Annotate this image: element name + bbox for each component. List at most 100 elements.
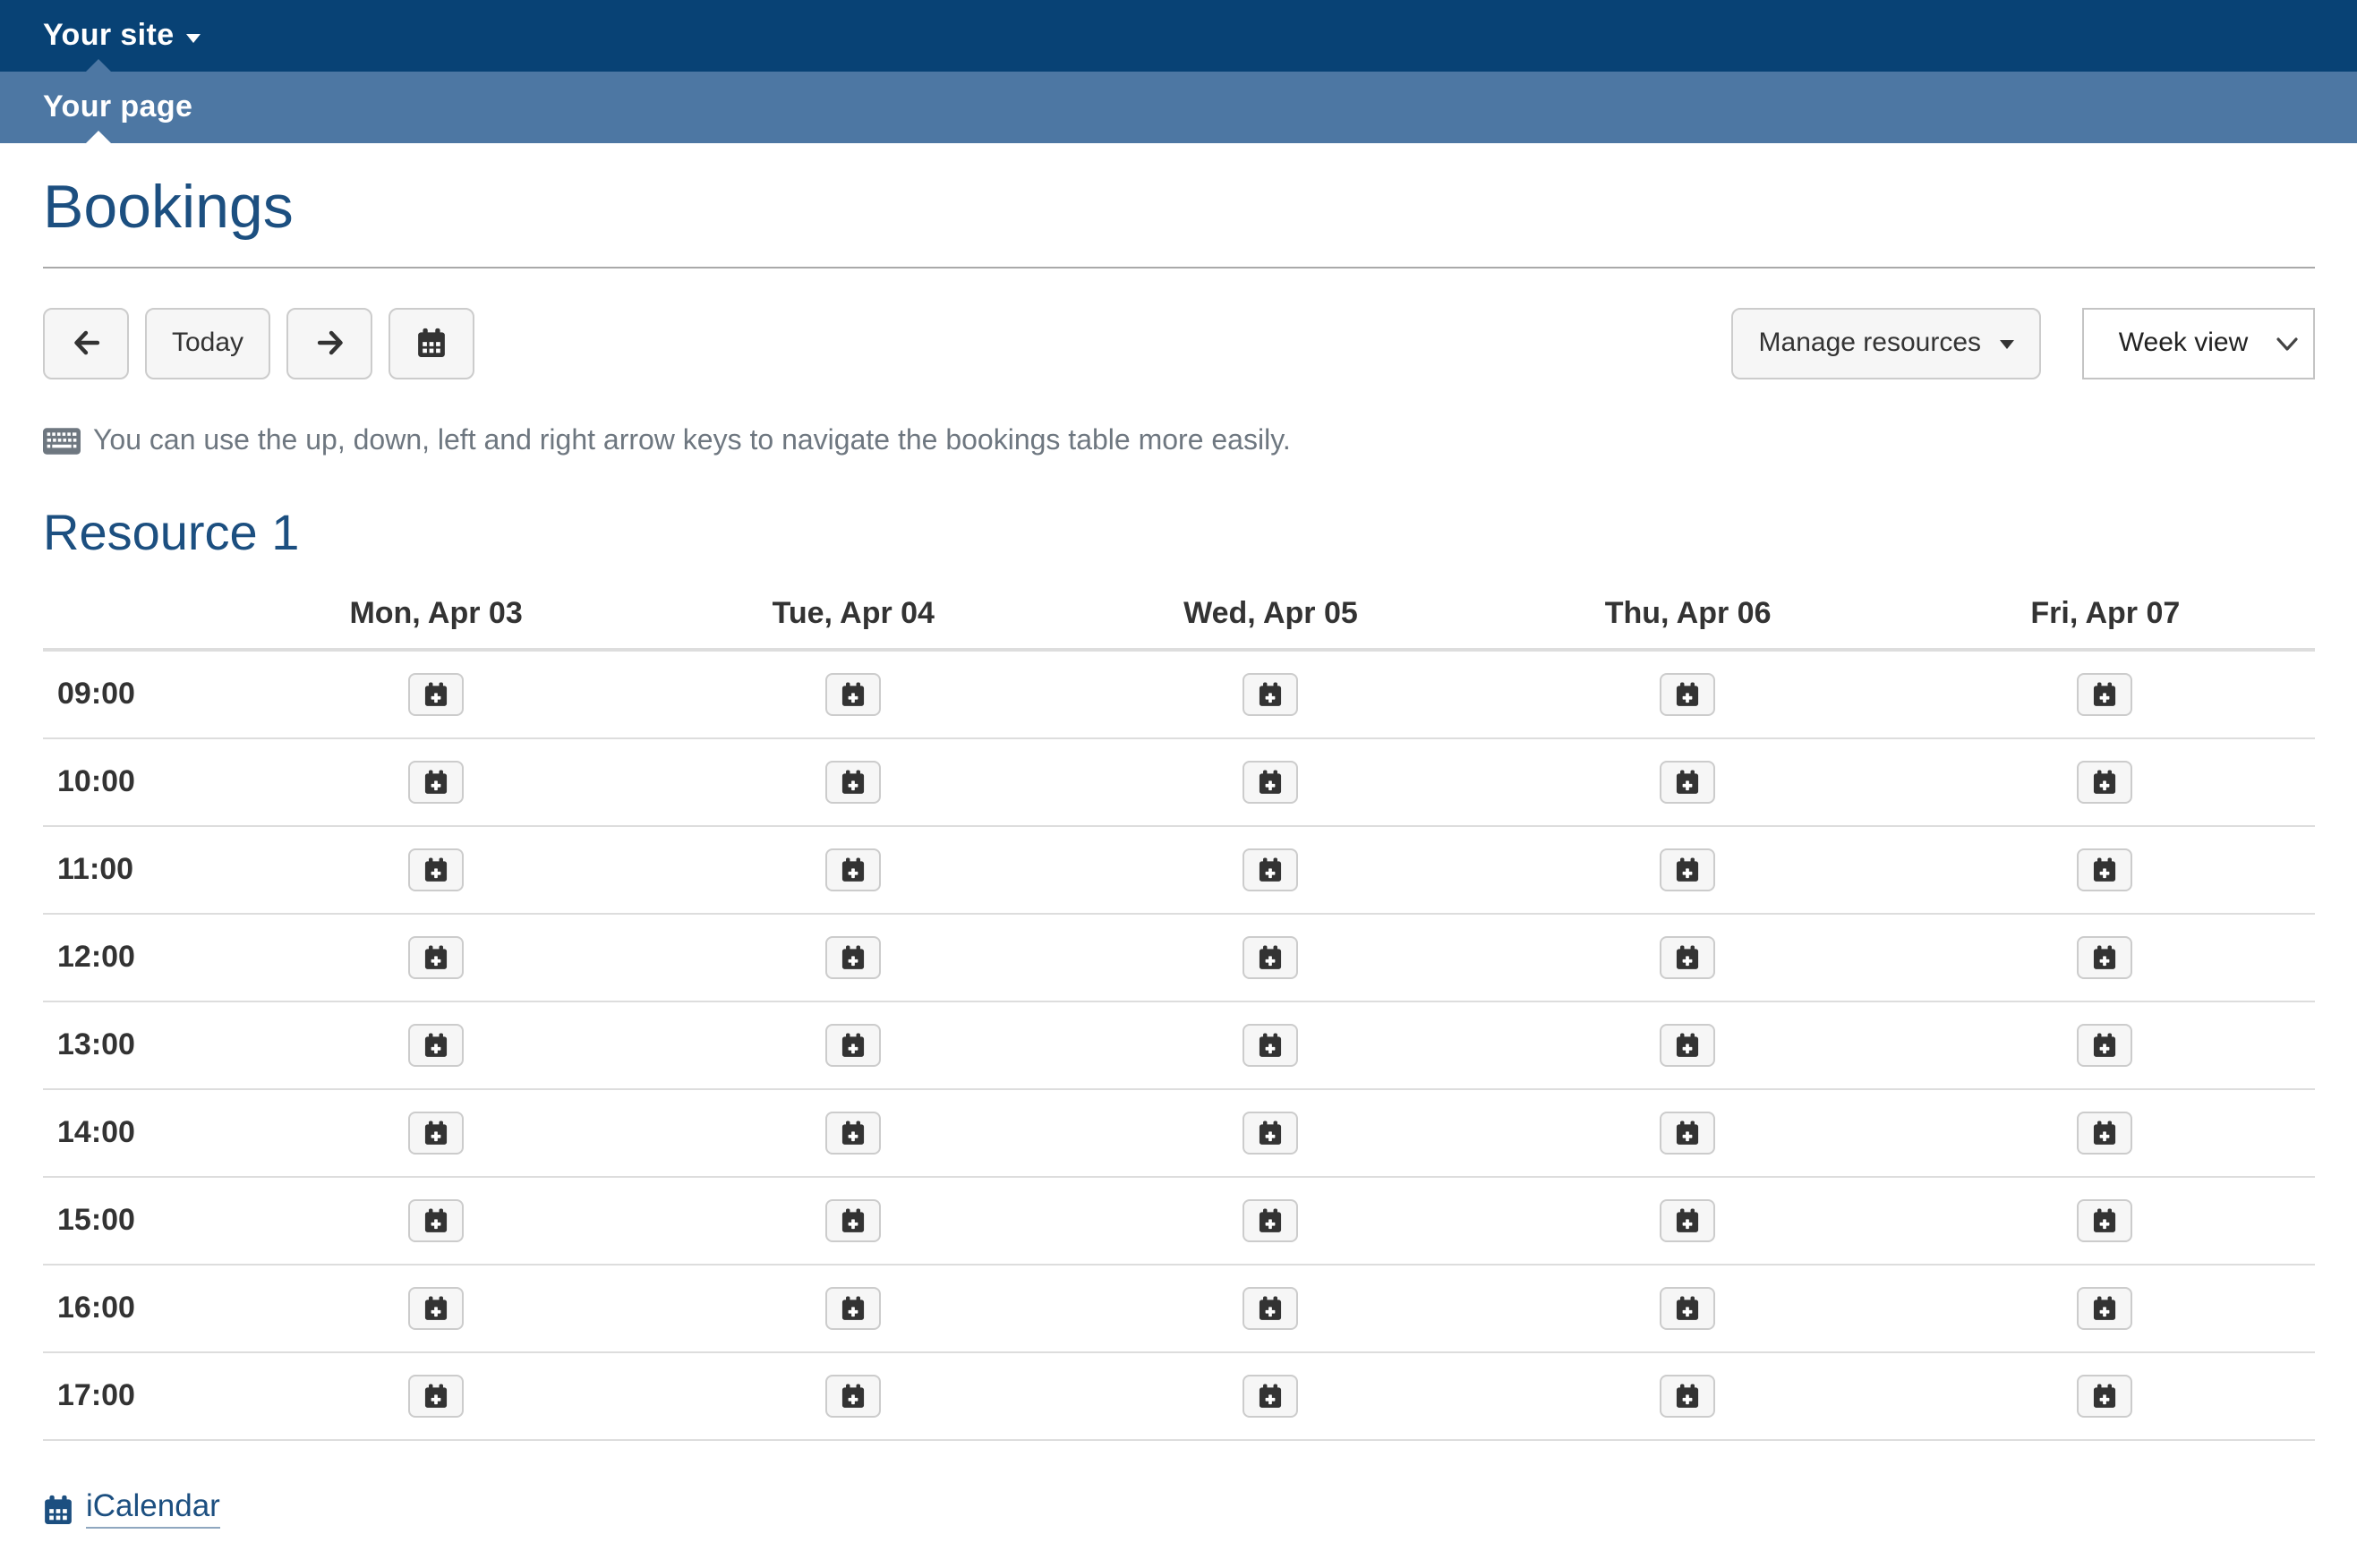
add-booking-button[interactable] xyxy=(1243,1112,1298,1155)
add-booking-button[interactable] xyxy=(825,849,881,892)
add-booking-button[interactable] xyxy=(1243,762,1298,805)
slot-cell xyxy=(1062,1002,1479,1090)
slot-cell xyxy=(227,651,645,739)
add-booking-button[interactable] xyxy=(2078,1200,2133,1243)
time-label: 16:00 xyxy=(43,1265,227,1353)
add-booking-button[interactable] xyxy=(825,1288,881,1331)
calendar-plus-icon xyxy=(424,1297,448,1322)
date-picker-button[interactable] xyxy=(389,308,474,379)
add-booking-button[interactable] xyxy=(1243,1288,1298,1331)
add-booking-button[interactable] xyxy=(408,762,464,805)
slot-cell xyxy=(1480,651,1897,739)
add-booking-button[interactable] xyxy=(1661,1200,1716,1243)
add-booking-button[interactable] xyxy=(1661,937,1716,980)
calendar-plus-icon xyxy=(1259,1209,1282,1234)
manage-resources-button[interactable]: Manage resources xyxy=(1732,308,2040,379)
page-title: Bookings xyxy=(43,172,2314,268)
time-slot-row: 10:00 xyxy=(43,739,2314,827)
add-booking-button[interactable] xyxy=(1243,1025,1298,1068)
add-booking-button[interactable] xyxy=(408,1112,464,1155)
calendar-plus-icon xyxy=(841,946,865,971)
icalendar-link[interactable]: iCalendar xyxy=(43,1488,220,1530)
add-booking-button[interactable] xyxy=(408,1288,464,1331)
calendar-plus-icon xyxy=(841,771,865,796)
time-label: 17:00 xyxy=(43,1353,227,1441)
slot-cell xyxy=(645,1090,1062,1178)
site-menu-label: Your site xyxy=(43,18,175,54)
add-booking-button[interactable] xyxy=(825,1112,881,1155)
previous-week-button[interactable] xyxy=(43,308,129,379)
day-header: Wed, Apr 05 xyxy=(1062,581,1479,651)
page-nav-bar: Your page xyxy=(0,72,2357,143)
keyboard-hint: You can use the up, down, left and right… xyxy=(43,422,2314,460)
add-booking-button[interactable] xyxy=(825,1025,881,1068)
calendar-plus-icon xyxy=(841,858,865,883)
slot-cell xyxy=(1480,739,1897,827)
slot-cell xyxy=(1062,1265,1479,1353)
add-booking-button[interactable] xyxy=(1243,1200,1298,1243)
add-booking-button[interactable] xyxy=(2078,849,2133,892)
day-header: Fri, Apr 07 xyxy=(1897,581,2314,651)
time-label: 15:00 xyxy=(43,1178,227,1265)
add-booking-button[interactable] xyxy=(825,762,881,805)
add-booking-button[interactable] xyxy=(1661,1112,1716,1155)
slot-cell xyxy=(227,739,645,827)
add-booking-button[interactable] xyxy=(825,937,881,980)
view-select[interactable]: Week view xyxy=(2081,308,2314,379)
add-booking-button[interactable] xyxy=(408,674,464,717)
add-booking-button[interactable] xyxy=(1243,937,1298,980)
slot-cell xyxy=(1062,1178,1479,1265)
icalendar-row: iCalendar xyxy=(43,1488,2314,1535)
add-booking-button[interactable] xyxy=(1243,674,1298,717)
add-booking-button[interactable] xyxy=(1661,674,1716,717)
add-booking-button[interactable] xyxy=(408,1025,464,1068)
day-header: Mon, Apr 03 xyxy=(227,581,645,651)
site-menu[interactable]: Your site xyxy=(43,18,201,54)
calendar-plus-icon xyxy=(2094,1209,2117,1234)
calendar-plus-icon xyxy=(1677,1297,1700,1322)
add-booking-button[interactable] xyxy=(2078,1025,2133,1068)
add-booking-button[interactable] xyxy=(2078,1288,2133,1331)
calendar-plus-icon xyxy=(2094,946,2117,971)
content: Bookings Today xyxy=(0,172,2357,1535)
add-booking-button[interactable] xyxy=(1661,849,1716,892)
add-booking-button[interactable] xyxy=(2078,674,2133,717)
calendar-plus-icon xyxy=(841,1209,865,1234)
add-booking-button[interactable] xyxy=(825,1376,881,1419)
add-booking-button[interactable] xyxy=(2078,937,2133,980)
add-booking-button[interactable] xyxy=(1661,1376,1716,1419)
calendar-plus-icon xyxy=(2094,683,2117,708)
slot-cell xyxy=(1897,1178,2314,1265)
add-booking-button[interactable] xyxy=(408,849,464,892)
add-booking-button[interactable] xyxy=(825,1200,881,1243)
add-booking-button[interactable] xyxy=(408,937,464,980)
add-booking-button[interactable] xyxy=(1661,762,1716,805)
toolbar-actions: Manage resources Week view xyxy=(1732,308,2314,379)
caret-down-icon xyxy=(187,33,201,42)
page-nav-item[interactable]: Your page xyxy=(43,89,192,125)
add-booking-button[interactable] xyxy=(408,1200,464,1243)
add-booking-button[interactable] xyxy=(2078,1112,2133,1155)
add-booking-button[interactable] xyxy=(408,1376,464,1419)
slot-cell xyxy=(1062,651,1479,739)
day-header: Thu, Apr 06 xyxy=(1480,581,1897,651)
add-booking-button[interactable] xyxy=(1243,1376,1298,1419)
add-booking-button[interactable] xyxy=(1661,1288,1716,1331)
slot-cell xyxy=(645,915,1062,1002)
add-booking-button[interactable] xyxy=(1661,1025,1716,1068)
calendar-plus-icon xyxy=(841,1121,865,1146)
calendar-plus-icon xyxy=(424,1209,448,1234)
today-button[interactable]: Today xyxy=(145,308,270,379)
next-week-button[interactable] xyxy=(286,308,372,379)
slot-cell xyxy=(645,827,1062,915)
calendar-plus-icon xyxy=(1259,1034,1282,1059)
add-booking-button[interactable] xyxy=(2078,762,2133,805)
add-booking-button[interactable] xyxy=(825,674,881,717)
slot-cell xyxy=(1062,915,1479,1002)
slot-cell xyxy=(1897,827,2314,915)
add-booking-button[interactable] xyxy=(2078,1376,2133,1419)
toolbar-navigation: Today xyxy=(43,308,474,379)
slot-cell xyxy=(1480,1178,1897,1265)
add-booking-button[interactable] xyxy=(1243,849,1298,892)
caret-down-icon xyxy=(1999,341,2013,350)
